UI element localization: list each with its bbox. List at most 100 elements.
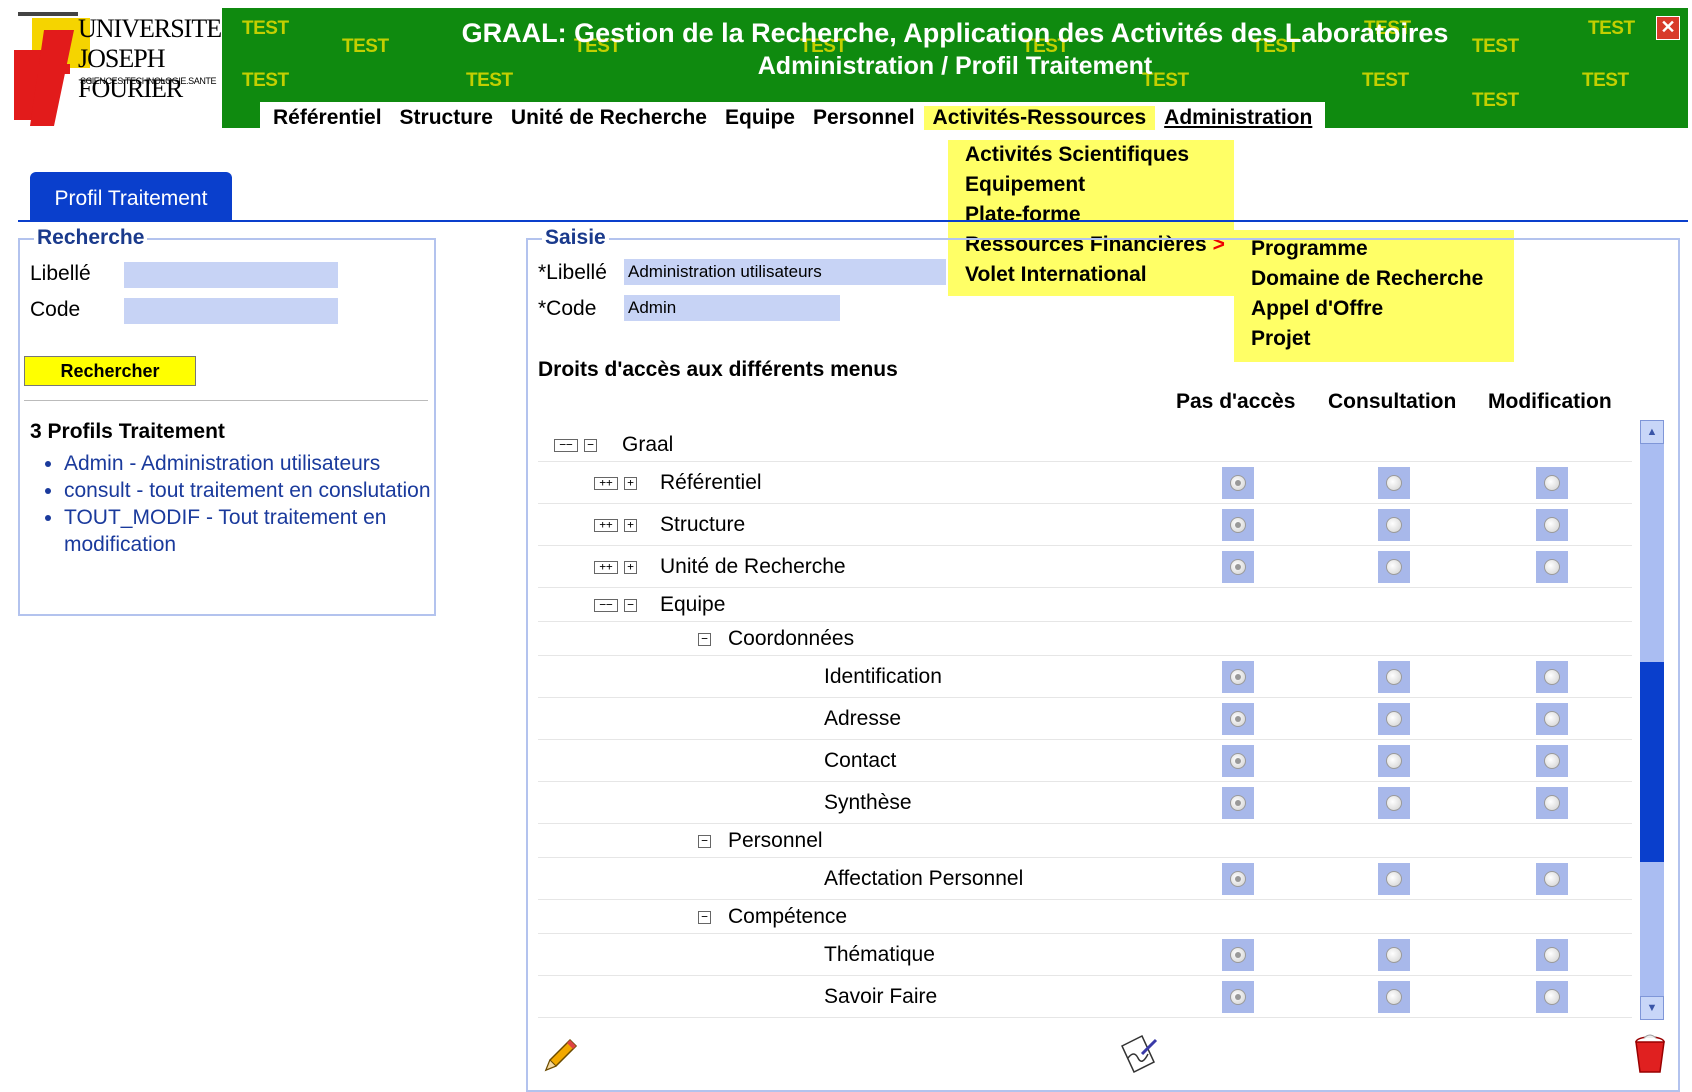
access-radio[interactable] [1222,939,1254,971]
libelle-label: Libellé [30,262,91,285]
access-radio[interactable] [1536,939,1568,971]
expand-all-icon[interactable]: ++ [594,561,618,574]
radio-dot [1230,871,1246,887]
search-code-input[interactable] [124,298,338,324]
access-radio[interactable] [1378,467,1410,499]
radio-dot [1230,475,1246,491]
access-radio[interactable] [1378,661,1410,693]
expand-icon[interactable]: + [624,561,637,574]
access-radio[interactable] [1222,703,1254,735]
expand-all-icon[interactable]: ++ [594,519,618,532]
result-link-tout-modif[interactable]: TOUT_MODIF - Tout traitement en modifica… [64,506,387,556]
result-link-consult[interactable]: consult - tout traitement en conslutatio… [64,479,431,502]
access-radio[interactable] [1536,981,1568,1013]
scrollbar-thumb[interactable] [1640,662,1664,863]
menu-equipe[interactable]: Equipe [716,106,804,130]
access-radio[interactable] [1222,981,1254,1013]
tree-row: Adresse [538,698,1632,740]
result-link-admin[interactable]: Admin - Administration utilisateurs [64,452,380,475]
column-header-pas-acces: Pas d'accès [1176,390,1296,413]
scroll-up-icon[interactable]: ▲ [1640,420,1664,444]
access-radio[interactable] [1536,509,1568,541]
dropdown-item-plate-forme[interactable]: Plate-forme [948,200,1234,230]
radio-dot [1230,989,1246,1005]
collapse-icon[interactable]: − [698,911,711,924]
access-radio[interactable] [1378,939,1410,971]
scroll-down-icon[interactable]: ▼ [1640,996,1664,1020]
logo-text-line1: UNIVERSITE [78,14,222,43]
access-radio[interactable] [1536,467,1568,499]
access-radio[interactable] [1222,863,1254,895]
access-radio[interactable] [1378,703,1410,735]
collapse-icon[interactable]: − [698,835,711,848]
access-radio[interactable] [1536,661,1568,693]
collapse-icon[interactable]: − [698,633,711,646]
search-libelle-input[interactable] [124,262,338,288]
entry-legend: Saisie [542,226,609,250]
access-radio[interactable] [1222,661,1254,693]
tree-row-label: Identification [824,665,942,688]
tree-row: Identification [538,656,1632,698]
tree-row-label: Coordonnées [728,627,855,650]
radio-dot [1544,711,1560,727]
dropdown-item-activites-scientifiques[interactable]: Activités Scientifiques [948,140,1234,170]
tree-row-label: Synthèse [824,791,912,814]
rechercher-button[interactable]: Rechercher [24,356,196,386]
radio-dot [1386,871,1402,887]
code-input[interactable] [624,295,840,321]
close-icon[interactable]: ✕ [1656,16,1680,40]
menu-referentiel[interactable]: Référentiel [264,106,391,130]
tab-profil-traitement[interactable]: Profil Traitement [30,172,232,220]
tree-scrollbar[interactable]: ▲ ▼ [1640,420,1664,1020]
menu-structure[interactable]: Structure [391,106,502,130]
menu-unite-recherche[interactable]: Unité de Recherche [502,106,716,130]
radio-dot [1544,947,1560,963]
libelle-required-label: *Libellé [538,261,607,284]
list-item: TOUT_MODIF - Tout traitement en modifica… [64,504,444,558]
trash-icon[interactable] [1630,1032,1670,1076]
tree-row: Affectation Personnel [538,858,1632,900]
collapse-icon[interactable]: − [624,599,637,612]
access-radio[interactable] [1378,787,1410,819]
access-radio[interactable] [1536,703,1568,735]
radio-dot [1386,989,1402,1005]
access-radio[interactable] [1378,745,1410,777]
access-radio[interactable] [1378,981,1410,1013]
search-panel: Recherche Libellé Code 3 Profils Traitem… [18,226,436,616]
access-radio[interactable] [1536,787,1568,819]
pencil-icon[interactable] [540,1034,580,1074]
radio-dot [1544,517,1560,533]
access-radio[interactable] [1222,551,1254,583]
access-radio[interactable] [1536,863,1568,895]
collapse-icon[interactable]: − [584,439,597,452]
collapse-all-icon[interactable]: −− [554,439,578,452]
radio-dot [1544,871,1560,887]
access-radio[interactable] [1378,551,1410,583]
radio-dot [1386,669,1402,685]
access-radio[interactable] [1536,551,1568,583]
menu-administration[interactable]: Administration [1155,106,1321,130]
expand-all-icon[interactable]: ++ [594,477,618,490]
access-radio[interactable] [1222,745,1254,777]
expand-icon[interactable]: + [624,477,637,490]
radio-dot [1230,795,1246,811]
expand-icon[interactable]: + [624,519,637,532]
access-radio[interactable] [1378,509,1410,541]
sign-icon[interactable] [1116,1032,1160,1076]
tree-row: − Coordonnées [538,622,1632,656]
access-radio[interactable] [1536,745,1568,777]
access-radio[interactable] [1222,787,1254,819]
radio-dot [1386,753,1402,769]
tree-row: − Compétence [538,900,1632,934]
tree-row: ++ + Unité de Recherche [538,546,1632,588]
dropdown-item-equipement[interactable]: Equipement [948,170,1234,200]
libelle-input[interactable] [624,259,946,285]
tree-row-label: Personnel [728,829,823,852]
menu-personnel[interactable]: Personnel [804,106,924,130]
collapse-all-icon[interactable]: −− [594,599,618,612]
tree-row: Synthèse [538,782,1632,824]
access-radio[interactable] [1222,509,1254,541]
access-radio[interactable] [1222,467,1254,499]
access-radio[interactable] [1378,863,1410,895]
menu-activites-ressources[interactable]: Activités-Ressources [923,106,1156,130]
